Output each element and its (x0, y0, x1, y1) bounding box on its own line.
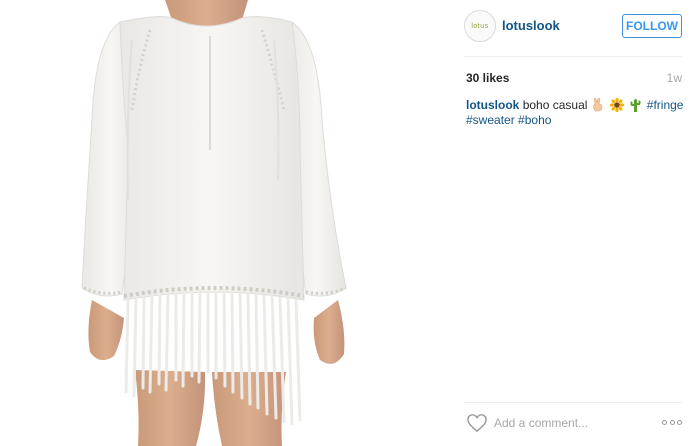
username-link[interactable]: lotuslook (502, 18, 560, 33)
dot (662, 419, 667, 425)
knit-fringe-sweater-photo (81, 0, 347, 446)
victory-hand-icon (593, 98, 603, 112)
dot (677, 419, 682, 425)
avatar-logo-text: lotus (471, 22, 489, 30)
hashtag-link[interactable]: #boho (518, 113, 551, 127)
cactus-icon (630, 99, 641, 112)
likes-count[interactable]: 30 likes (466, 71, 509, 85)
timestamp[interactable]: 1w (667, 71, 682, 85)
hashtag-link[interactable]: #sweater (466, 113, 515, 127)
sunflower-icon (610, 98, 625, 112)
comment-input[interactable] (494, 413, 644, 433)
caption: lotuslook boho casual #fringe #sweater #… (466, 98, 684, 128)
post-photo[interactable] (0, 0, 446, 446)
avatar[interactable]: lotus (464, 10, 496, 42)
dot (669, 419, 675, 425)
comment-bar (446, 403, 700, 446)
follow-button[interactable]: FOLLOW (622, 14, 682, 38)
heart-outline-icon[interactable] (466, 413, 488, 433)
post-header: lotus lotuslook FOLLOW (446, 0, 700, 56)
hashtag-link[interactable]: #fringe (647, 98, 684, 112)
divider (464, 56, 682, 57)
caption-username[interactable]: lotuslook (466, 98, 519, 112)
caption-text: boho casual (522, 98, 588, 112)
more-options-icon[interactable] (662, 415, 682, 429)
post-details-panel: lotus lotuslook FOLLOW 30 likes 1w lotus… (446, 0, 700, 446)
